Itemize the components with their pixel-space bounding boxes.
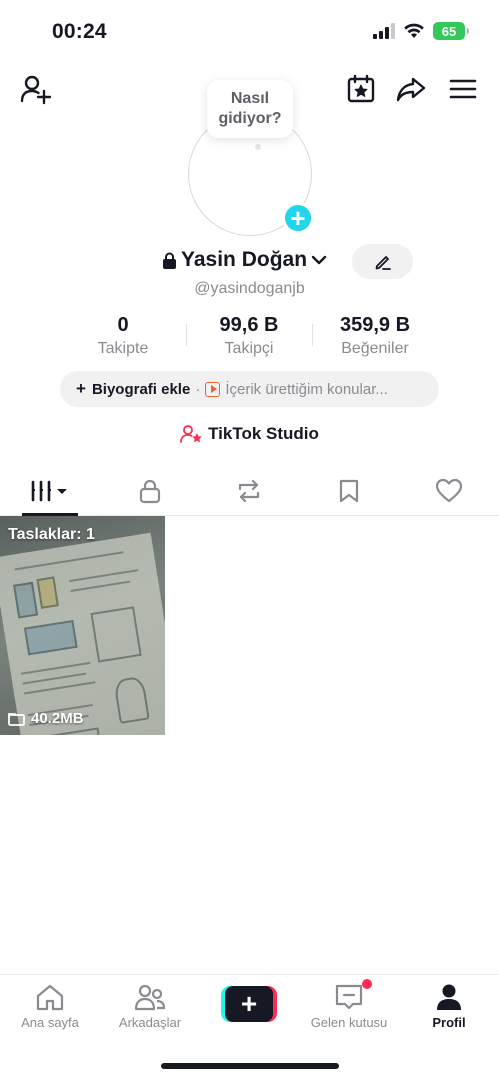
tab-videos[interactable] xyxy=(0,466,100,516)
profile-name: Yasin Doğan xyxy=(181,248,308,271)
share-arrow-icon xyxy=(396,77,426,102)
drafts-tile[interactable]: Taslaklar: 1 40.2MB xyxy=(0,516,165,735)
nav-friends[interactable]: Arkadaşlar xyxy=(100,983,200,1030)
home-icon xyxy=(36,984,64,1011)
tab-private[interactable] xyxy=(100,466,200,515)
bubble-text-line2: gidiyor? xyxy=(218,110,282,127)
draft-thumbnail xyxy=(0,532,165,735)
add-bio-pill[interactable]: + Biyografi ekle · İçerik ürettiğim konu… xyxy=(60,371,439,407)
tiktok-studio-label: TikTok Studio xyxy=(208,424,319,443)
repost-icon xyxy=(239,479,260,502)
stat-value: 99,6 B xyxy=(219,314,279,336)
stat-value: 0 xyxy=(117,314,129,336)
chevron-down-icon xyxy=(311,255,327,265)
pencil-icon xyxy=(375,255,391,270)
plus-icon: + xyxy=(76,379,86,398)
notification-dot xyxy=(362,979,372,989)
draft-size-label: 40.2MB xyxy=(31,710,84,727)
profile-stats: 0 Takipte 99,6 B Takipçi 359,9 B Beğenil… xyxy=(60,314,438,358)
stat-value: 359,9 B xyxy=(339,314,411,336)
status-bubble[interactable]: Nasıl gidiyor? xyxy=(207,80,293,138)
heart-icon xyxy=(435,478,463,502)
add-user-icon xyxy=(20,75,51,105)
tab-liked[interactable] xyxy=(399,466,499,515)
edit-profile-button[interactable] xyxy=(352,244,413,279)
home-indicator[interactable] xyxy=(161,1063,339,1069)
stat-followers[interactable]: 99,6 B Takipçi xyxy=(186,314,312,358)
nav-home[interactable]: Ana sayfa xyxy=(0,983,100,1030)
hamburger-menu-icon xyxy=(449,79,477,99)
wifi-icon xyxy=(404,23,424,38)
lock-icon xyxy=(163,252,176,269)
calendar-star-icon xyxy=(347,74,375,103)
tab-favorites[interactable] xyxy=(299,466,399,515)
stat-label: Takipçi xyxy=(224,340,274,357)
tiktok-studio-link[interactable]: TikTok Studio xyxy=(0,424,499,444)
stat-label: Takipte xyxy=(97,340,149,357)
username-handle: @yasindoganjb xyxy=(194,280,305,297)
calendar-button[interactable] xyxy=(344,72,378,106)
menu-button[interactable] xyxy=(446,72,480,106)
nav-home-label: Ana sayfa xyxy=(21,1015,79,1030)
battery-icon: 65 xyxy=(433,22,469,40)
bubble-tail xyxy=(255,144,261,150)
drafts-count-label: Taslaklar: 1 xyxy=(8,526,95,543)
nav-inbox-label: Gelen kutusu xyxy=(310,1015,388,1030)
nav-friends-label: Arkadaşlar xyxy=(118,1015,182,1030)
play-icon xyxy=(205,381,221,397)
add-bio-label[interactable]: Biyografi ekle xyxy=(92,381,190,398)
stat-likes[interactable]: 359,9 B Beğeniler xyxy=(312,314,438,358)
lock-icon xyxy=(139,479,160,503)
bio-separator: · xyxy=(195,380,201,398)
nav-profile-label: Profil xyxy=(432,1015,466,1030)
inbox-icon xyxy=(335,984,363,1010)
nav-profile[interactable]: Profil xyxy=(399,983,499,1030)
battery-level: 65 xyxy=(441,23,457,39)
content-topics-label[interactable]: İçerik ürettiğim konular... xyxy=(225,381,388,398)
profile-icon xyxy=(437,984,461,1010)
folder-icon xyxy=(8,712,25,726)
account-switcher[interactable]: Yasin Doğan xyxy=(162,248,327,272)
tab-reposts[interactable] xyxy=(200,466,300,515)
user-star-icon xyxy=(180,425,203,443)
plus-icon: + xyxy=(225,986,273,1022)
friends-icon xyxy=(134,984,166,1011)
profile-tabs xyxy=(0,466,499,516)
share-profile-button[interactable] xyxy=(394,72,428,106)
bookmark-icon xyxy=(340,479,359,502)
add-friend-button[interactable] xyxy=(18,72,52,106)
create-button[interactable]: + xyxy=(221,986,277,1022)
cellular-signal-icon xyxy=(373,23,395,39)
bubble-text-line1: Nasıl xyxy=(230,90,270,107)
status-bar: 00:24 65 xyxy=(0,0,499,64)
videos-grid-icon xyxy=(31,480,67,501)
draft-size: 40.2MB xyxy=(8,710,84,727)
add-avatar-plus-icon[interactable]: + xyxy=(282,202,314,234)
status-indicators: 65 xyxy=(373,22,469,40)
status-time: 00:24 xyxy=(52,20,107,43)
stat-label: Beğeniler xyxy=(341,340,409,357)
stat-following[interactable]: 0 Takipte xyxy=(60,314,186,358)
nav-inbox[interactable]: Gelen kutusu xyxy=(299,983,399,1030)
